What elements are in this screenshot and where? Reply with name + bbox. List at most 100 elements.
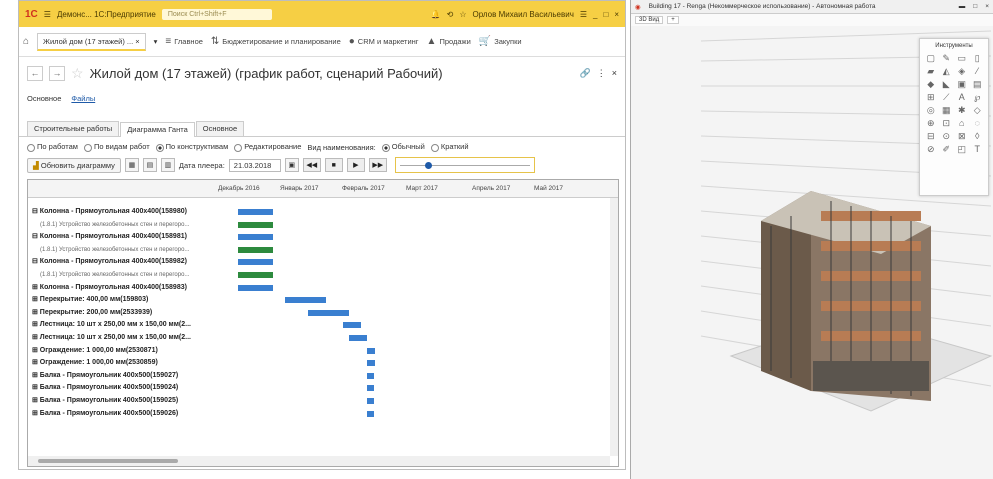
radio-short[interactable]: Краткий <box>430 142 469 152</box>
open-tab[interactable]: Жилой дом (17 этажей) ... × <box>37 32 146 51</box>
history-icon[interactable]: ⟲ <box>447 10 454 19</box>
maximize-icon[interactable]: □ <box>603 10 608 19</box>
settings-icon[interactable]: ☰ <box>580 10 587 19</box>
gantt-bar[interactable] <box>366 347 376 354</box>
gantt-row-label[interactable]: (1.8.1) Устройство железобетонных стен и… <box>28 269 218 281</box>
grid-tool-icon[interactable]: ▦ <box>940 105 954 116</box>
gantt-row-label[interactable]: ⊞ Балка - Прямоугольник 400х500(159024) <box>28 382 218 394</box>
level-tool-icon[interactable]: ⊟ <box>924 131 938 142</box>
opening-tool-icon[interactable]: ◎ <box>924 105 938 116</box>
gantt-bar[interactable] <box>308 309 350 316</box>
ramp-tool-icon[interactable]: ⟋ <box>940 92 954 103</box>
gantt-bar[interactable] <box>366 398 374 404</box>
stop-button[interactable]: ■ <box>324 158 343 172</box>
door-tool-icon[interactable]: ◆ <box>924 79 938 90</box>
gantt-bar[interactable] <box>366 385 374 392</box>
link-files[interactable]: Файлы <box>71 94 95 103</box>
duct-tool-icon[interactable]: ◌ <box>971 118 985 129</box>
player-date-input[interactable]: 21.03.2018 <box>228 158 281 172</box>
tab-3d-view[interactable]: 3D Вид <box>635 16 664 24</box>
dimension-tool-icon[interactable]: ◇ <box>971 105 985 116</box>
furniture-tool-icon[interactable]: ⌂ <box>955 118 969 129</box>
gantt-row-label[interactable]: ⊟ Колонна - Прямоугольная 400х400(158981… <box>28 231 218 243</box>
calendar-icon[interactable]: ▣ <box>284 158 299 172</box>
roof-tool-icon[interactable]: ◭ <box>940 66 954 77</box>
refresh-button[interactable]: ▟ Обновить диаграмму <box>27 157 121 173</box>
gantt-row-label[interactable]: ⊞ Лестница: 10 шт х 250,00 мм х 150,00 м… <box>28 319 218 331</box>
gantt-bar[interactable] <box>238 272 274 278</box>
window-tool-icon[interactable]: ◈ <box>955 66 969 77</box>
gantt-bar[interactable] <box>349 335 367 341</box>
gantt-bar[interactable] <box>238 259 274 266</box>
gantt-row-label[interactable]: ⊟ Колонна - Прямоугольная 400х400(158982… <box>28 256 218 268</box>
star-icon[interactable]: ☆ <box>459 10 466 19</box>
gantt-bar[interactable] <box>366 372 374 379</box>
link-icon[interactable]: 🔗 <box>580 68 591 79</box>
beam-tool-icon[interactable]: ▤ <box>971 79 985 90</box>
gantt-row-label[interactable]: ⊟ Колонна - Прямоугольная 400х400(158980… <box>28 206 218 218</box>
nav-budget[interactable]: ⇅ Бюджетирование и планирование <box>211 36 341 47</box>
text2-tool-icon[interactable]: T <box>971 144 985 155</box>
gantt-bar[interactable] <box>366 410 374 417</box>
user-name[interactable]: Орлов Михаил Васильевич <box>473 10 574 19</box>
select-tool-icon[interactable]: ▢ <box>924 53 938 64</box>
maximize-icon[interactable]: □ <box>973 3 977 10</box>
close-icon[interactable]: × <box>985 3 989 10</box>
copy-icon[interactable]: ▤ <box>142 158 157 172</box>
gantt-row-label[interactable]: ⊞ Балка - Прямоугольник 400х500(159027) <box>28 370 218 382</box>
gantt-row-label[interactable]: ⊞ Колонна - Прямоугольная 400х400(158983… <box>28 282 218 294</box>
link-main[interactable]: Основное <box>27 94 61 103</box>
back-button[interactable]: ← <box>27 65 43 81</box>
gantt-row-label[interactable]: (1.8.1) Устройство железобетонных стен и… <box>28 219 218 231</box>
close-form-icon[interactable]: × <box>612 68 617 78</box>
search-input[interactable]: Поиск Ctrl+Shift+F <box>161 8 272 20</box>
gantt-bar[interactable] <box>366 360 376 367</box>
chevron-down-icon[interactable]: ▾ <box>154 37 158 46</box>
minimize-icon[interactable]: _ <box>593 10 597 19</box>
tab-main[interactable]: Основное <box>195 121 245 136</box>
gantt-bar[interactable] <box>284 297 326 304</box>
gantt-bar[interactable] <box>238 221 274 228</box>
radio-by-works[interactable]: По работам <box>27 142 78 152</box>
forward-button[interactable]: → <box>49 65 65 81</box>
tab-gantt[interactable]: Диаграмма Ганта <box>120 122 195 137</box>
export-icon[interactable]: ▦ <box>124 158 139 172</box>
section-tool-icon[interactable]: ⊠ <box>955 131 969 142</box>
home-icon[interactable]: ⌂ <box>23 36 29 47</box>
gantt-bar[interactable] <box>238 209 274 215</box>
pipe-tool-icon[interactable]: ℘ <box>971 92 985 103</box>
gantt-row-label[interactable]: ⊞ Балка - Прямоугольник 400х500(159026) <box>28 408 218 420</box>
rebar-tool-icon[interactable]: ⊕ <box>924 118 938 129</box>
radio-edit[interactable]: Редактирование <box>234 142 301 152</box>
measure-tool-icon[interactable]: ⊘ <box>924 144 938 155</box>
slab-tool-icon[interactable]: ▰ <box>924 66 938 77</box>
close-icon[interactable]: × <box>614 10 619 19</box>
room-tool-icon[interactable]: ▣ <box>955 79 969 90</box>
gantt-row-label[interactable]: ⊞ Перекрытие: 400,00 мм(159803) <box>28 294 218 306</box>
gantt-bar[interactable] <box>238 246 274 253</box>
rewind-button[interactable]: ◀◀ <box>302 158 321 172</box>
gantt-row-label[interactable]: (1.8.1) Устройство железобетонных стен и… <box>28 244 218 256</box>
gantt-row-label[interactable]: ⊞ Ограждение: 1 000,00 мм(2530859) <box>28 357 218 369</box>
forward-step-button[interactable]: ▶▶ <box>368 158 387 172</box>
text-tool-icon[interactable]: A <box>955 92 969 103</box>
add-tab-icon[interactable]: + <box>667 16 679 24</box>
axis-tool-icon[interactable]: ✱ <box>955 105 969 116</box>
nav-main[interactable]: ≡ Главное <box>165 36 203 47</box>
note-tool-icon[interactable]: ✐ <box>940 144 954 155</box>
elevation-tool-icon[interactable]: ⊙ <box>940 131 954 142</box>
menu-icon[interactable]: ☰ <box>44 10 51 19</box>
column-tool-icon[interactable]: ▯ <box>971 53 985 64</box>
vertical-scrollbar[interactable] <box>610 198 618 456</box>
nav-crm[interactable]: ● CRM и маркетинг <box>349 36 419 47</box>
image-tool-icon[interactable]: ◰ <box>955 144 969 155</box>
pencil-tool-icon[interactable]: ✎ <box>940 53 954 64</box>
gantt-row-label[interactable]: ⊞ Балка - Прямоугольник 400х500(159025) <box>28 395 218 407</box>
tab-construction[interactable]: Строительные работы <box>27 121 120 136</box>
gantt-bar[interactable] <box>238 284 274 291</box>
gantt-row-label[interactable]: ⊞ Лестница: 10 шт х 250,00 мм х 150,00 м… <box>28 332 218 344</box>
line-tool-icon[interactable]: ⁄ <box>971 66 985 77</box>
railing-tool-icon[interactable]: ⊞ <box>924 92 938 103</box>
marker-tool-icon[interactable]: ◊ <box>971 131 985 142</box>
gantt-row-label[interactable]: ⊞ Перекрытие: 200,00 мм(2533939) <box>28 307 218 319</box>
